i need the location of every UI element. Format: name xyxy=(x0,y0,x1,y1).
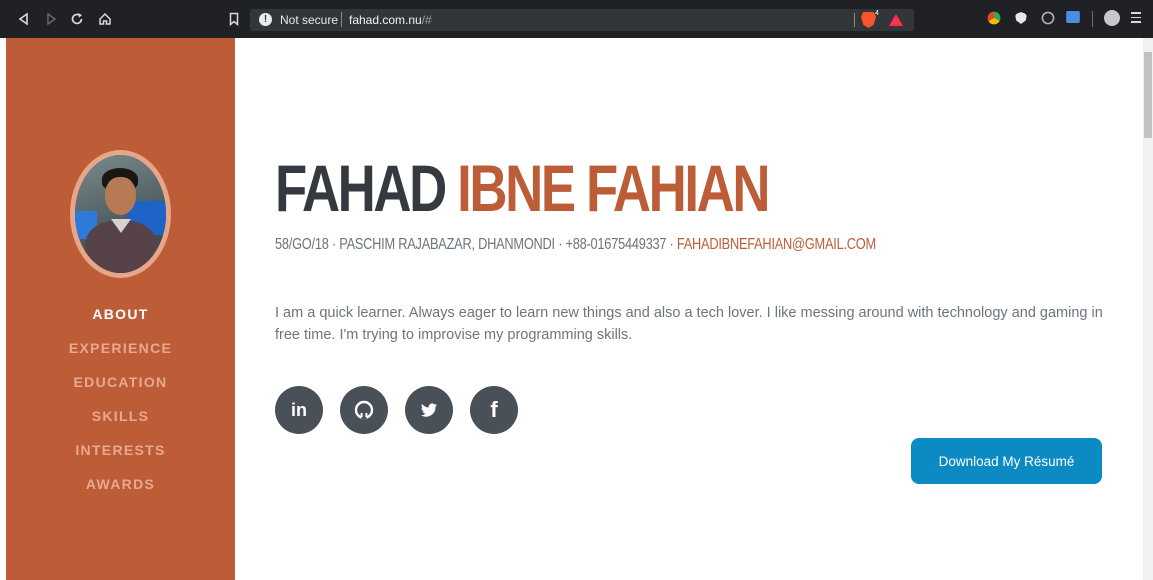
ublock-shield-icon[interactable] xyxy=(1015,12,1027,24)
download-resume-button[interactable]: Download My Résumé xyxy=(911,438,1102,484)
sidebar-nav: ABOUT EXPERIENCE EDUCATION SKILLS INTERE… xyxy=(6,305,235,509)
nav-item-interests[interactable]: INTERESTS xyxy=(6,441,235,475)
address-divider xyxy=(341,12,342,27)
url-host: fahad.com.nu xyxy=(349,13,422,27)
home-icon[interactable] xyxy=(95,9,115,29)
nav-item-skills[interactable]: SKILLS xyxy=(6,407,235,441)
toolbar-divider xyxy=(1092,11,1093,27)
address-phone: 58/GO/18 · PASCHIM RAJABAZAR, DHANMONDI … xyxy=(275,236,677,253)
linkedin-icon: in xyxy=(291,399,307,420)
brave-shield-count: 4 xyxy=(875,10,879,17)
extension-divider xyxy=(854,13,855,27)
bookmark-icon[interactable] xyxy=(224,9,244,29)
brave-shield-icon[interactable] xyxy=(861,12,876,28)
profile-avatar-icon[interactable] xyxy=(1104,10,1120,26)
avatar-frame xyxy=(70,150,171,278)
translate-icon[interactable] xyxy=(1066,11,1080,23)
brave-rewards-icon[interactable] xyxy=(889,14,903,26)
email-link[interactable]: FAHADIBNEFAHIAN@GMAIL.COM xyxy=(677,236,876,253)
twitter-button[interactable] xyxy=(405,386,453,434)
nav-item-awards[interactable]: AWARDS xyxy=(6,475,235,509)
avatar xyxy=(75,155,166,273)
browser-toolbar: ! Not secure fahad.com.nu/# 4 xyxy=(0,0,1153,38)
bio-text: I am a quick learner. Always eager to le… xyxy=(275,305,1103,343)
twitter-icon xyxy=(421,403,437,417)
nav-item-experience[interactable]: EXPERIENCE xyxy=(6,339,235,373)
nav-item-education[interactable]: EDUCATION xyxy=(6,373,235,407)
security-label: Not secure xyxy=(280,13,339,27)
contact-line: 58/GO/18 · PASCHIM RAJABAZAR, DHANMONDI … xyxy=(275,236,876,254)
url-text[interactable]: fahad.com.nu/# xyxy=(349,13,432,27)
avatar-face xyxy=(105,177,136,215)
address-bar[interactable]: ! Not secure fahad.com.nu/# 4 xyxy=(250,9,914,31)
about-section: FAHAD IBNE FAHIAN 58/GO/18 · PASCHIM RAJ… xyxy=(235,38,1143,580)
social-links: in f xyxy=(275,386,518,434)
facebook-button[interactable]: f xyxy=(470,386,518,434)
first-name: FAHAD xyxy=(275,151,447,225)
nav-item-about[interactable]: ABOUT xyxy=(6,305,235,339)
vpn-icon[interactable] xyxy=(1041,11,1055,25)
reload-icon[interactable] xyxy=(67,9,87,29)
last-name: IBNE FAHIAN xyxy=(457,151,770,225)
back-icon[interactable] xyxy=(14,9,34,29)
chrome-extension-icon[interactable] xyxy=(987,11,1001,25)
scrollbar[interactable] xyxy=(1143,38,1153,580)
github-button[interactable] xyxy=(340,386,388,434)
facebook-icon: f xyxy=(490,397,498,422)
scrollbar-thumb[interactable] xyxy=(1144,52,1152,138)
menu-icon[interactable] xyxy=(1131,12,1141,24)
forward-icon[interactable] xyxy=(41,9,61,29)
info-icon[interactable]: ! xyxy=(259,13,272,26)
github-icon xyxy=(354,400,374,420)
linkedin-button[interactable]: in xyxy=(275,386,323,434)
page-title: FAHAD IBNE FAHIAN xyxy=(275,148,770,228)
url-path: /# xyxy=(421,13,432,27)
